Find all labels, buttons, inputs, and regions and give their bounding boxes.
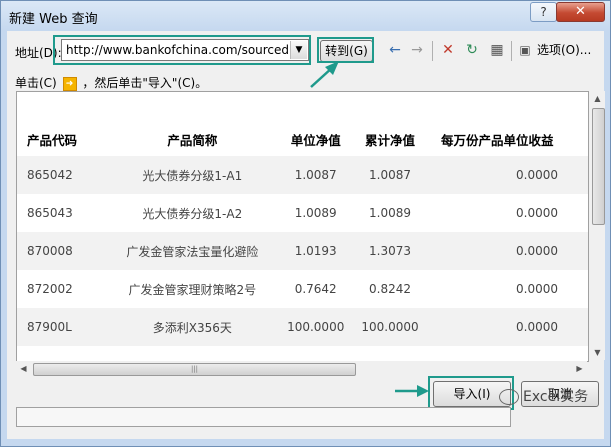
header-product-code: 产品代码 xyxy=(17,122,105,156)
cell-per-10k-income: 0.0000 xyxy=(516,282,558,296)
hide-icons-icon[interactable]: ▦ xyxy=(487,41,507,59)
close-button[interactable]: ✕ xyxy=(556,2,605,22)
watermark-text: Excel实务 xyxy=(523,389,589,405)
dialog-body: 地址(D): ▼ 转到(G) ← → ✕ ↻ ▦ ▣ 选项(O)... 单击(C… xyxy=(7,31,605,439)
cell-cumulative-nav: 100.0000 xyxy=(351,308,429,346)
options-button[interactable]: 选项(O)... xyxy=(537,40,591,60)
table-row: 865043 光大债券分级1-A2 1.0089 1.0089 0.0000 xyxy=(17,194,588,232)
web-query-dialog: 新建 Web 查询 ? ✕ 地址(D): ▼ 转到(G) ← → ✕ ↻ ▦ ▣… xyxy=(0,0,611,447)
cell-cumulative-nav: 1.0089 xyxy=(369,206,412,220)
toolbar-separator xyxy=(432,41,433,61)
scroll-down-icon[interactable]: ▼ xyxy=(590,345,605,360)
refresh-icon[interactable]: ↻ xyxy=(462,41,482,59)
vertical-scroll-thumb[interactable] xyxy=(592,108,605,225)
status-bar xyxy=(16,407,511,427)
forward-icon[interactable]: → xyxy=(407,41,427,59)
vertical-scrollbar[interactable]: ▲ ▼ xyxy=(590,91,605,360)
select-arrow-icon: ➜ xyxy=(62,76,77,91)
header-per-10k-income: 每万份产品单位收益 xyxy=(429,122,588,156)
table-row: 870008 广发金管家法宝量化避险 1.0193 1.3073 0.0000 xyxy=(17,232,588,270)
table-row: 872002 广发金管家理财策略2号 0.7642 0.8242 0.0000 xyxy=(17,270,588,308)
back-icon[interactable]: ← xyxy=(385,41,405,59)
horizontal-scroll-thumb[interactable]: ||| xyxy=(33,363,356,376)
stop-icon[interactable]: ✕ xyxy=(438,41,458,59)
address-highlight-box xyxy=(53,35,311,65)
cell-name: 光大债券分级1-A2 xyxy=(142,206,243,221)
fund-table: 产品代码 产品简称 单位净值 累计净值 每万份产品单位收益 865042 光大债… xyxy=(17,122,588,346)
cell-per-10k-income: 0.0000 xyxy=(429,156,588,194)
pointer-arrow-icon xyxy=(395,385,429,397)
header-product-name: 产品简称 xyxy=(104,122,281,156)
cell-per-10k-income: 0.0000 xyxy=(516,206,558,220)
cell-name: 光大债券分级1-A1 xyxy=(104,156,281,194)
cell-name: 广发金管家法宝量化避险 xyxy=(104,232,281,270)
title-bar: 新建 Web 查询 ? ✕ xyxy=(1,1,610,31)
help-button[interactable]: ? xyxy=(530,2,557,22)
window-title: 新建 Web 查询 xyxy=(9,12,98,27)
wechat-icon xyxy=(499,389,519,405)
pointer-arrow-icon xyxy=(310,61,339,88)
cell-code: 865043 xyxy=(27,206,73,220)
cell-unit-nav: 100.0000 xyxy=(280,308,352,346)
cell-name: 广发金管家理财策略2号 xyxy=(128,282,257,297)
cell-unit-nav: 1.0089 xyxy=(294,206,337,220)
save-icon[interactable]: ▣ xyxy=(515,41,535,59)
toolbar-separator xyxy=(511,41,512,61)
scroll-left-icon[interactable]: ◀ xyxy=(16,361,31,376)
cell-cumulative-nav: 1.0087 xyxy=(351,156,429,194)
table-row: 865042 光大债券分级1-A1 1.0087 1.0087 0.0000 xyxy=(17,156,588,194)
instruction-suffix: ，然后单击"导入"(C)。 xyxy=(82,76,208,90)
cell-code: 870008 xyxy=(17,232,105,270)
cell-unit-nav: 1.0193 xyxy=(280,232,352,270)
cell-unit-nav: 0.7642 xyxy=(294,282,337,296)
instruction-text: 单击(C) ➜ ，然后单击"导入"(C)。 xyxy=(15,74,207,91)
watermark: Excel实务 xyxy=(499,386,588,406)
cell-code: 87900L xyxy=(17,308,105,346)
table-row: 87900L 多添利X356天 100.0000 100.0000 0.0000 xyxy=(17,308,588,346)
cell-cumulative-nav: 0.8242 xyxy=(369,282,412,296)
table-header-row: 产品代码 产品简称 单位净值 累计净值 每万份产品单位收益 xyxy=(17,122,588,156)
header-cumulative-nav: 累计净值 xyxy=(351,122,429,156)
cell-unit-nav: 1.0087 xyxy=(280,156,352,194)
web-preview-pane[interactable]: 产品代码 产品简称 单位净值 累计净值 每万份产品单位收益 865042 光大债… xyxy=(16,91,589,362)
cell-per-10k-income: 0.0000 xyxy=(429,232,588,270)
horizontal-scrollbar[interactable]: ◀ ||| ▶ xyxy=(16,361,587,376)
cell-code: 865042 xyxy=(17,156,105,194)
cell-cumulative-nav: 1.3073 xyxy=(351,232,429,270)
scroll-up-icon[interactable]: ▲ xyxy=(590,91,605,106)
scroll-right-icon[interactable]: ▶ xyxy=(572,361,587,376)
cell-code: 872002 xyxy=(27,282,73,296)
cell-name: 多添利X356天 xyxy=(104,308,281,346)
header-unit-nav: 单位净值 xyxy=(280,122,352,156)
cell-per-10k-income: 0.0000 xyxy=(429,308,588,346)
instruction-prefix: 单击(C) xyxy=(15,76,57,90)
